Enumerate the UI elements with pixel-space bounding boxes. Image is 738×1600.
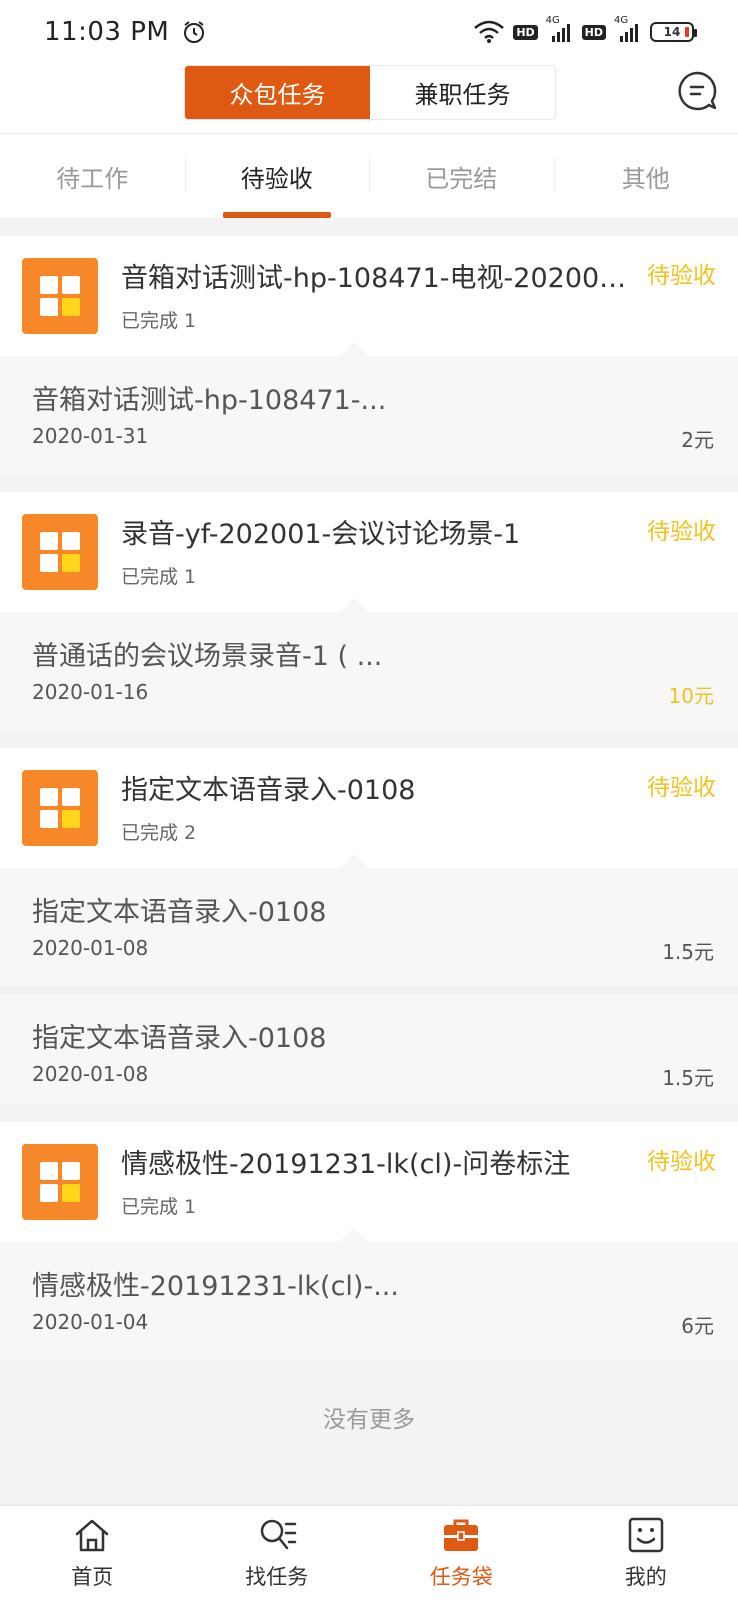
task-title: 音箱对话测试-hp-108471-电视-20200… — [121, 263, 627, 294]
subtask-item[interactable]: 音箱对话测试-hp-108471-... 2020-01-31 2元 — [0, 356, 738, 474]
bottom-nav: 首页 找任务 任务袋 我的 — [0, 1505, 738, 1600]
task-card: 录音-yf-202001-会议讨论场景-1 待验收 已完成 1 普通话的会议场景… — [0, 492, 738, 730]
subtask-price: 1.5元 — [662, 1066, 714, 1090]
battery-level: 14 — [663, 25, 681, 39]
subtask-date: 2020-01-08 — [32, 936, 149, 960]
subtask-price: 1.5元 — [662, 940, 714, 964]
tab-label: 待验收 — [240, 164, 313, 193]
subtask-item[interactable]: 情感极性-20191231-lk(cl)-... 2020-01-04 6元 — [0, 1242, 738, 1360]
tab-label: 其他 — [621, 164, 670, 193]
subtask-item[interactable]: 指定文本语音录入-0108 2020-01-08 1.5元 — [0, 986, 738, 1104]
nav-label: 任务袋 — [429, 1565, 493, 1589]
profile-icon — [628, 1517, 663, 1553]
subtask-date: 2020-01-16 — [32, 680, 149, 704]
task-type-toggle: 众包任务 兼职任务 — [184, 65, 556, 120]
wifi-icon — [474, 20, 505, 43]
nav-task-bag[interactable]: 任务袋 — [369, 1506, 554, 1600]
nav-me[interactable]: 我的 — [554, 1506, 738, 1600]
subtask-item[interactable]: 普通话的会议场景录音-1 ( ... 2020-01-16 10元 — [0, 612, 738, 730]
signal-icon: 4G — [546, 15, 574, 43]
subtask-price: 2元 — [681, 428, 714, 452]
subtask-title: 指定文本语音录入-0108 — [32, 897, 327, 928]
subtask-title: 情感极性-20191231-lk(cl)-... — [32, 1271, 399, 1302]
subtask-title: 普通话的会议场景录音-1 ( ... — [32, 641, 383, 672]
nav-find-tasks[interactable]: 找任务 — [185, 1506, 370, 1600]
battery-icon: 14 — [650, 22, 697, 42]
task-app-icon — [22, 514, 98, 590]
subtask-date: 2020-01-31 — [32, 424, 149, 448]
status-indicators: HD 4G HD 4G 14 — [473, 15, 697, 44]
header: 众包任务 兼职任务 — [0, 64, 738, 134]
tab-pending-acceptance[interactable]: 待验收 — [184, 134, 370, 218]
task-status: 待验收 — [647, 775, 716, 801]
nav-label: 找任务 — [245, 1565, 309, 1589]
network-type: 4G — [614, 15, 629, 26]
subtask-price: 6元 — [681, 1314, 714, 1338]
hd-badge: HD — [581, 24, 606, 40]
nav-home[interactable]: 首页 — [0, 1506, 185, 1600]
home-icon — [76, 1519, 109, 1552]
task-status: 待验收 — [647, 263, 716, 289]
nav-label: 我的 — [624, 1565, 667, 1589]
status-bar: 11:03 PM HD 4G HD 4G 14 — [0, 0, 738, 64]
subtask-item[interactable]: 指定文本语音录入-0108 2020-01-08 1.5元 — [0, 868, 738, 986]
tab-other[interactable]: 其他 — [553, 134, 738, 218]
subtask-title: 音箱对话测试-hp-108471-... — [32, 385, 387, 416]
subtask-date: 2020-01-04 — [32, 1310, 149, 1334]
search-list-icon — [260, 1519, 296, 1550]
subtask-price: 10元 — [668, 684, 714, 708]
task-completed-count: 已完成 1 — [121, 566, 197, 588]
task-completed-count: 已完成 2 — [121, 822, 197, 844]
parttime-tasks-button[interactable]: 兼职任务 — [370, 66, 555, 119]
tab-completed[interactable]: 已完结 — [369, 134, 554, 218]
briefcase-icon — [444, 1519, 479, 1551]
status-time: 11:03 PM — [44, 17, 170, 47]
task-card-header[interactable]: 音箱对话测试-hp-108471-电视-20200… 待验收 已完成 1 — [0, 236, 738, 371]
signal-icon: 4G — [614, 15, 642, 43]
message-icon[interactable] — [676, 70, 718, 112]
subtask-title: 指定文本语音录入-0108 — [32, 1023, 327, 1054]
task-card: 情感极性-20191231-lk(cl)-问卷标注 待验收 已完成 1 情感极性… — [0, 1122, 738, 1360]
no-more-text: 没有更多 — [323, 1407, 415, 1433]
alarm-icon — [184, 21, 205, 43]
task-title: 录音-yf-202001-会议讨论场景-1 — [121, 519, 521, 550]
task-completed-count: 已完成 1 — [121, 1196, 197, 1218]
tab-pending-work[interactable]: 待工作 — [0, 134, 185, 218]
task-app-icon — [22, 258, 98, 334]
task-app-icon — [22, 770, 98, 846]
task-card-header[interactable]: 情感极性-20191231-lk(cl)-问卷标注 待验收 已完成 1 — [0, 1122, 738, 1257]
crowdsource-tasks-button[interactable]: 众包任务 — [185, 66, 370, 119]
task-card: 音箱对话测试-hp-108471-电视-20200… 待验收 已完成 1 音箱对… — [0, 236, 738, 474]
task-app-icon — [22, 1144, 98, 1220]
hd-badge: HD — [513, 24, 538, 40]
task-title: 情感极性-20191231-lk(cl)-问卷标注 — [121, 1149, 571, 1180]
tab-label: 已完结 — [425, 164, 498, 193]
task-status: 待验收 — [647, 519, 716, 545]
nav-label: 首页 — [71, 1565, 114, 1589]
task-card-header[interactable]: 指定文本语音录入-0108 待验收 已完成 2 — [0, 748, 738, 883]
status-tabs: 待工作 待验收 已完结 其他 — [0, 134, 738, 218]
task-status: 待验收 — [647, 1149, 716, 1175]
task-card: 指定文本语音录入-0108 待验收 已完成 2 指定文本语音录入-0108 20… — [0, 748, 738, 1104]
task-card-header[interactable]: 录音-yf-202001-会议讨论场景-1 待验收 已完成 1 — [0, 492, 738, 627]
tab-label: 待工作 — [56, 164, 129, 193]
task-title: 指定文本语音录入-0108 — [121, 775, 416, 806]
task-completed-count: 已完成 1 — [121, 310, 197, 332]
network-type: 4G — [545, 15, 560, 26]
subtask-date: 2020-01-08 — [32, 1062, 149, 1086]
task-list: 音箱对话测试-hp-108471-电视-20200… 待验收 已完成 1 音箱对… — [0, 236, 738, 1434]
active-tab-indicator — [222, 212, 331, 218]
